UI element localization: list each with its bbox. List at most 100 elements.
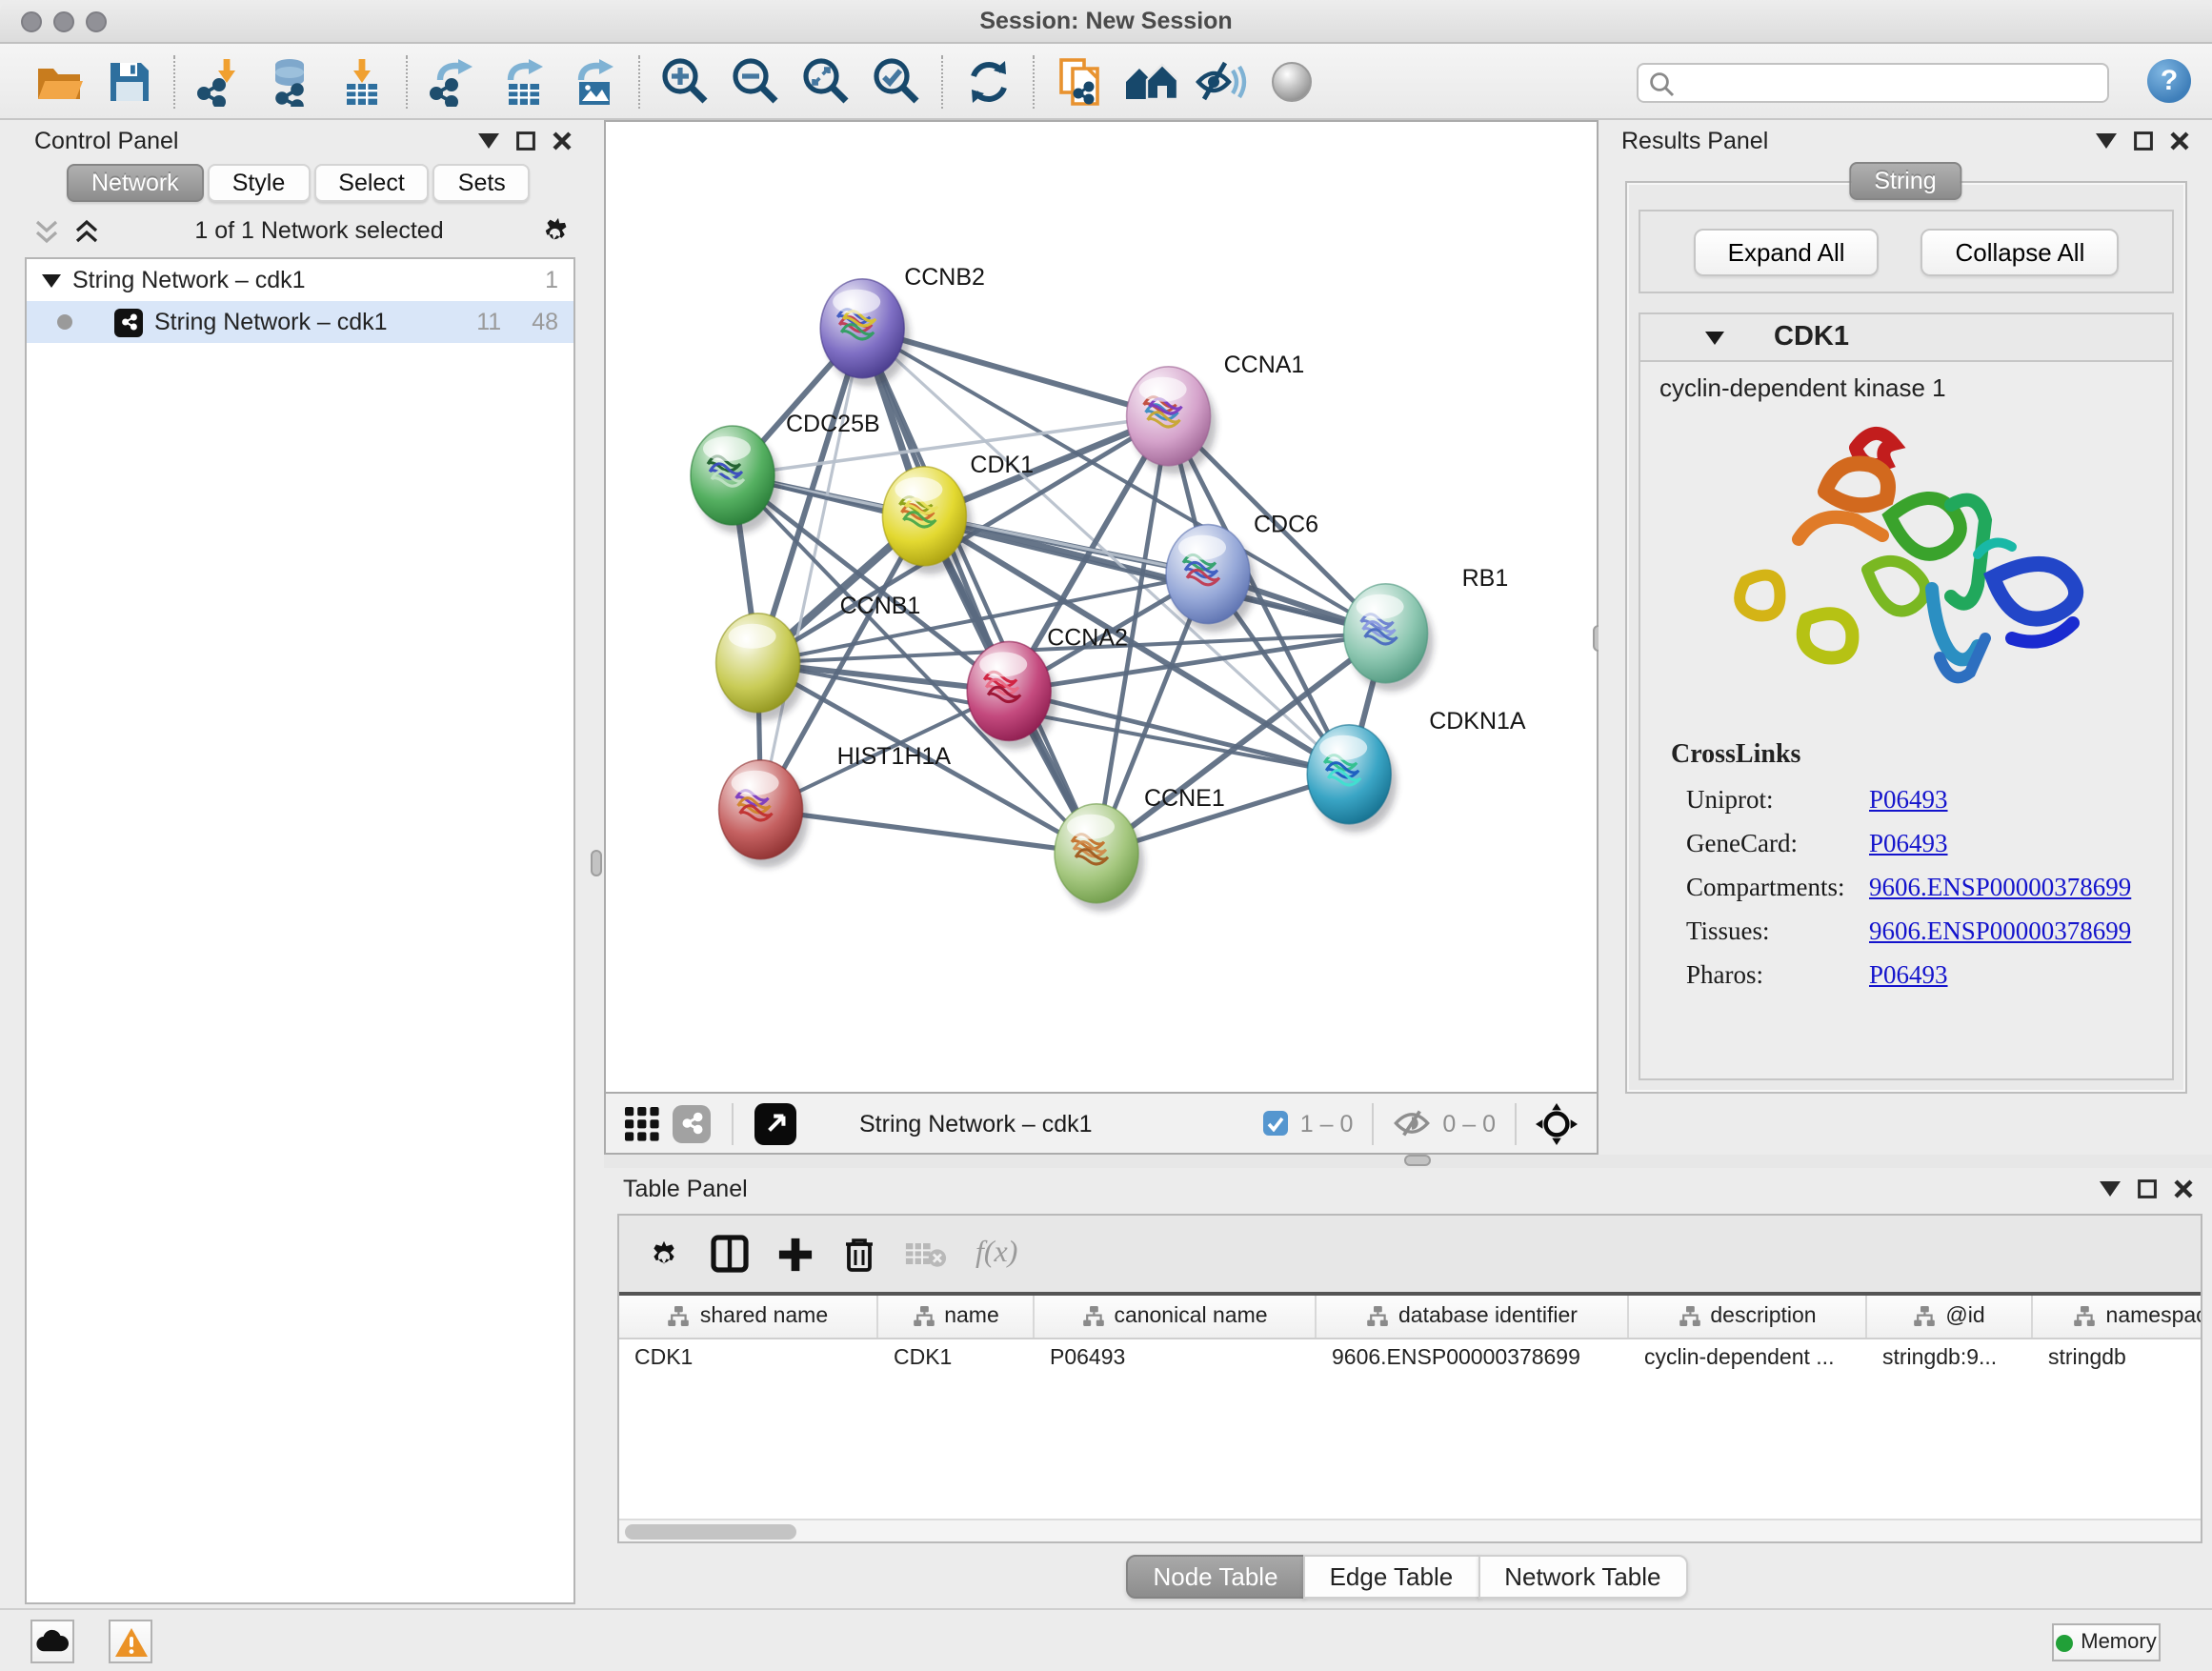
float-panel-icon[interactable] xyxy=(2134,131,2153,150)
import-network-button[interactable] xyxy=(185,49,255,113)
crosslink-link[interactable]: P06493 xyxy=(1869,829,1948,859)
horizontal-scrollbar[interactable] xyxy=(619,1519,2201,1541)
network-node-ccna1[interactable]: CCNA1 xyxy=(1127,352,1305,474)
network-node-rb1[interactable]: RB1 xyxy=(1344,565,1509,692)
table-options-gear-icon[interactable] xyxy=(646,1236,682,1272)
column-header-description[interactable]: description xyxy=(1629,1296,1867,1338)
network-row-selected[interactable]: String Network – cdk1 11 48 xyxy=(27,301,573,343)
hide-unhide-button[interactable] xyxy=(1185,49,1256,113)
crosslink-link[interactable]: P06493 xyxy=(1869,960,1948,991)
birdseye-grid-button[interactable] xyxy=(625,1106,659,1140)
column-header-shared-name[interactable]: shared name xyxy=(619,1296,878,1338)
float-panel-icon[interactable] xyxy=(2138,1178,2157,1198)
network-node-cdc6[interactable]: CDC6 xyxy=(1166,512,1318,633)
zoom-selected-button[interactable] xyxy=(861,49,932,113)
table-cell[interactable]: CDK1 xyxy=(878,1339,1035,1381)
collapse-all-button[interactable]: Collapse All xyxy=(1921,228,2120,275)
string-view-button[interactable] xyxy=(673,1104,711,1142)
left-splitter-handle[interactable] xyxy=(591,850,602,876)
crosslink-link[interactable]: 9606.ENSP00000378699 xyxy=(1869,916,2131,947)
help-button[interactable]: ? xyxy=(2147,59,2191,103)
network-node-ccnb2[interactable]: CCNB2 xyxy=(820,264,985,387)
tab-network[interactable]: Network xyxy=(67,164,204,202)
column-header-database-identifier[interactable]: database identifier xyxy=(1317,1296,1629,1338)
export-network-button[interactable] xyxy=(417,49,488,113)
export-image-button[interactable] xyxy=(558,49,629,113)
column-type-icon xyxy=(912,1305,935,1328)
network-collection-row[interactable]: String Network – cdk1 1 xyxy=(27,259,573,301)
zoom-in-button[interactable] xyxy=(650,49,720,113)
table-cell[interactable]: P06493 xyxy=(1035,1339,1317,1381)
table-cell[interactable]: 9606.ENSP00000378699 xyxy=(1317,1339,1629,1381)
column-header-namespace[interactable]: namespace xyxy=(2033,1296,2201,1338)
float-panel-icon[interactable] xyxy=(516,131,535,150)
search-input[interactable] xyxy=(1684,67,2100,99)
crosslink-link[interactable]: 9606.ENSP00000378699 xyxy=(1869,873,2131,903)
network-options-gear-icon[interactable] xyxy=(539,214,572,247)
expand-all-button[interactable]: Expand All xyxy=(1694,228,1880,275)
zoom-fit-button[interactable] xyxy=(791,49,861,113)
tab-style[interactable]: Style xyxy=(208,164,311,202)
titlebar[interactable]: Session: New Session xyxy=(0,0,2212,44)
show-columns-icon[interactable] xyxy=(711,1235,749,1273)
network-node-ccne1[interactable]: CCNE1 xyxy=(1055,785,1225,912)
gene-card-header[interactable]: CDK1 xyxy=(1640,314,2172,362)
warning-icon xyxy=(113,1626,148,1657)
add-column-icon[interactable] xyxy=(777,1236,814,1272)
scrollbar-thumb[interactable] xyxy=(625,1524,796,1540)
collapse-gene-icon[interactable] xyxy=(1705,331,1724,344)
expand-all-networks-icon[interactable] xyxy=(34,218,59,243)
save-session-button[interactable] xyxy=(93,49,164,113)
edge-CCNB2-HIST1H1A[interactable] xyxy=(761,329,863,810)
memory-button[interactable]: Memory xyxy=(2052,1623,2161,1661)
clone-network-button[interactable] xyxy=(1044,49,1115,113)
table-row[interactable]: CDK1CDK1P064939606.ENSP00000378699cyclin… xyxy=(619,1339,2201,1381)
tab-network-table[interactable]: Network Table xyxy=(1478,1555,1687,1599)
table-cell[interactable]: stringdb xyxy=(2033,1339,2201,1381)
cloud-status-button[interactable] xyxy=(30,1620,74,1663)
tab-node-table[interactable]: Node Table xyxy=(1126,1555,1304,1599)
horizontal-splitter[interactable] xyxy=(604,1155,2212,1168)
open-session-button[interactable] xyxy=(23,49,93,113)
close-panel-icon[interactable] xyxy=(2170,131,2189,150)
node-label: CCNB1 xyxy=(840,593,921,619)
table-cell[interactable]: cyclin-dependent ... xyxy=(1629,1339,1867,1381)
export-table-button[interactable] xyxy=(488,49,558,113)
tree-expander-icon[interactable] xyxy=(42,273,61,287)
close-panel-icon[interactable] xyxy=(553,131,572,150)
horizontal-splitter-handle[interactable] xyxy=(1404,1155,1431,1166)
close-panel-icon[interactable] xyxy=(2174,1178,2193,1198)
warnings-button[interactable] xyxy=(109,1620,152,1663)
home-view-button[interactable] xyxy=(1115,49,1185,113)
import-table-button[interactable] xyxy=(326,49,396,113)
delete-table-icon[interactable] xyxy=(905,1238,947,1269)
edge-CCNB2-CCNE1[interactable] xyxy=(862,329,1096,854)
detach-view-button[interactable] xyxy=(754,1102,796,1144)
tab-string[interactable]: String xyxy=(1849,162,1961,200)
fit-content-crosshair-icon[interactable] xyxy=(1536,1102,1578,1144)
column-header--id[interactable]: @id xyxy=(1867,1296,2033,1338)
crosslink-link[interactable]: P06493 xyxy=(1869,785,1948,815)
selected-nodes-checkbox[interactable] xyxy=(1264,1111,1289,1136)
zoom-out-button[interactable] xyxy=(720,49,791,113)
delete-column-icon[interactable] xyxy=(842,1235,876,1273)
import-network-from-database-button[interactable] xyxy=(255,49,326,113)
refresh-view-button[interactable] xyxy=(953,49,1023,113)
column-header-canonical-name[interactable]: canonical name xyxy=(1035,1296,1317,1338)
tab-edge-table[interactable]: Edge Table xyxy=(1303,1555,1480,1599)
table-cell[interactable]: CDK1 xyxy=(619,1339,878,1381)
tab-sets[interactable]: Sets xyxy=(433,164,531,202)
function-builder-button[interactable]: f(x) xyxy=(975,1237,1017,1271)
network-node-cdkn1a[interactable]: CDKN1A xyxy=(1307,708,1526,833)
network-canvas[interactable]: CCNB2CCNA1CDC25BCDK1CDC6RB1CCNB1CCNA2CDK… xyxy=(604,120,1599,1094)
network-node-hist1h1a[interactable]: HIST1H1A xyxy=(719,743,952,868)
edge-HIST1H1A-CCNE1[interactable] xyxy=(761,810,1096,854)
column-header-name[interactable]: name xyxy=(878,1296,1035,1338)
panel-menu-icon[interactable] xyxy=(2100,1180,2121,1196)
panel-menu-icon[interactable] xyxy=(478,132,499,148)
table-cell[interactable]: stringdb:9... xyxy=(1867,1339,2033,1381)
collapse-all-networks-icon[interactable] xyxy=(74,218,99,243)
panel-menu-icon[interactable] xyxy=(2096,132,2117,148)
tab-select[interactable]: Select xyxy=(313,164,430,202)
sphere-toggle-button[interactable] xyxy=(1256,49,1326,113)
